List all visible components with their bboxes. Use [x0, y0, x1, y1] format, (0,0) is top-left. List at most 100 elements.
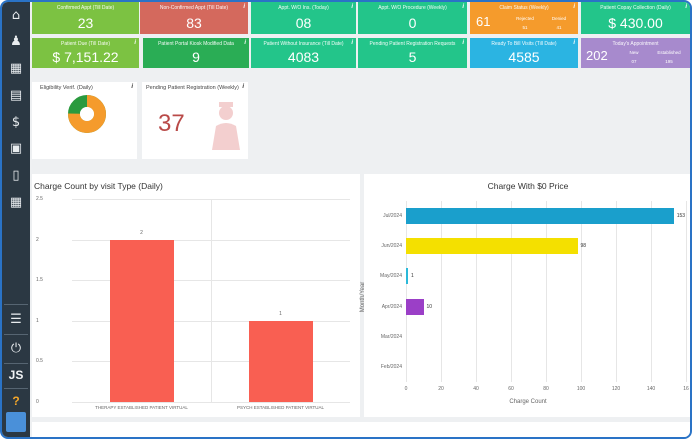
help-icon[interactable]: ?: [4, 394, 28, 408]
tile-value: 4585: [508, 49, 540, 65]
power-icon[interactable]: ⏻: [6, 339, 26, 359]
tile-value: $ 430.00: [608, 15, 663, 31]
pending-registration-card[interactable]: Pending Patient Registration (Weekly) i …: [142, 82, 248, 159]
y-tick-label: Mar/2024: [380, 333, 402, 340]
user-icon[interactable]: ♟: [6, 32, 26, 52]
new-label: New: [629, 50, 639, 55]
info-icon[interactable]: i: [351, 4, 353, 10]
tile-patient-due[interactable]: Patient Due (Till Date) $ 7,151.22 i: [32, 38, 139, 68]
tile-appt-wo-procedure[interactable]: Appt. W/O Procedure (Weekly) 0 i: [358, 2, 467, 34]
info-icon[interactable]: i: [573, 40, 575, 46]
tile-without-insurance[interactable]: Patient Without Insurance (Till Date) 40…: [251, 38, 356, 68]
x-tick-label: 120: [611, 386, 621, 392]
info-icon[interactable]: i: [573, 4, 575, 10]
established-label: Established: [657, 50, 681, 55]
sidebar-divider: [4, 363, 28, 364]
new-value: 07: [631, 59, 637, 64]
x-tick-label: 140: [646, 386, 656, 392]
x-tick-label: PSYCH ESTABLISHED PATIENT VIRTUAL: [236, 405, 325, 410]
tile-value: 0: [408, 15, 417, 31]
tile-title: Appt. W/O Ins. (Today): [278, 5, 329, 11]
grid-line: [511, 201, 512, 382]
info-icon[interactable]: i: [243, 4, 245, 10]
sidebar: ⌂ ♟ ▦ ▤ $ ▣ ▯ ▦ ☰ ⏻ JS ?: [2, 2, 30, 437]
grid-line: [651, 201, 652, 382]
x-tick-label: 100: [576, 386, 586, 392]
dollar-icon[interactable]: $: [6, 113, 26, 133]
tile-non-confirmed-appt[interactable]: Non-Confirmed Appt (Till Date) 83 i: [140, 2, 248, 34]
eligibility-donut: [68, 95, 106, 133]
tile-value: 61: [476, 14, 491, 29]
tile-claim-status[interactable]: Claim Status (Weekly) 61 Rejected 51 Den…: [470, 2, 578, 34]
grid-icon[interactable]: ▦: [6, 193, 26, 213]
info-icon[interactable]: i: [685, 4, 687, 10]
info-icon[interactable]: i: [131, 84, 133, 90]
tile-ready-to-bill[interactable]: Ready To Bill Visits (Till Date) 4585 i: [470, 38, 578, 68]
calendar-icon[interactable]: ▦: [6, 59, 26, 79]
charge-count-chart: 2.5 2 1.5 1 0.5 0 2 THERAPY ESTABLISHED PATIENT…: [32, 174, 360, 417]
y-tick-label: 1: [36, 317, 39, 324]
info-icon[interactable]: i: [462, 40, 464, 46]
dashboard: Confirmed Appt (Till Date) 23 Non-Confir…: [30, 2, 690, 437]
tile-portal-kiosk[interactable]: Patient Portal Kiosk Modified Data 9 i: [143, 38, 249, 68]
sidebar-divider: [4, 334, 28, 335]
tile-title: Pending Patient Registration Requests: [369, 41, 456, 47]
tile-pending-registration-requests[interactable]: Pending Patient Registration Requests 5 …: [358, 38, 467, 68]
card-title: Eligibility Verif. (Daily): [40, 85, 93, 91]
sidebar-divider: [4, 388, 28, 389]
info-icon[interactable]: i: [242, 84, 244, 90]
y-tick-label: May/2024: [380, 273, 402, 280]
file-icon[interactable]: ▯: [6, 166, 26, 186]
y-tick-label: 2: [36, 236, 39, 243]
grid-line: [616, 201, 617, 382]
denied-label: Denied: [551, 16, 567, 21]
cards-icon[interactable]: ▣: [6, 139, 26, 159]
card-title: Pending Patient Registration (Weekly): [146, 85, 239, 91]
tile-title: Patient Due (Till Date): [61, 41, 110, 47]
tile-copay-collection[interactable]: Patient Copay Collection (Daily) $ 430.0…: [581, 2, 690, 34]
data-label: 1: [279, 310, 282, 317]
menu-icon[interactable]: ☰: [6, 310, 26, 330]
rejected-value: 51: [522, 25, 528, 30]
y-tick-label: 2.5: [36, 196, 43, 202]
info-icon[interactable]: i: [462, 4, 464, 10]
y-tick-label: 0: [36, 399, 39, 405]
tile-value: 4083: [287, 49, 320, 65]
sidebar-divider: [4, 304, 28, 305]
tile-appt-wo-ins[interactable]: Appt. W/O Ins. (Today) 08 i: [251, 2, 356, 34]
info-icon[interactable]: i: [351, 40, 353, 46]
grid-line: [476, 201, 477, 382]
established-value: 195: [665, 59, 673, 64]
y-tick-label: Apr/2024: [381, 303, 402, 310]
grid-line: [72, 402, 350, 403]
y-tick-label: Feb/2024: [380, 363, 402, 370]
data-label: 2: [140, 229, 143, 236]
tile-value: 9: [192, 49, 200, 65]
x-tick-label: 16: [683, 386, 689, 392]
eligibility-card[interactable]: Eligibility Verif. (Daily) i: [32, 82, 137, 159]
tile-title: Patient Copay Collection (Daily): [600, 5, 671, 11]
info-icon[interactable]: i: [134, 40, 136, 46]
grid-line: [211, 199, 212, 402]
tile-title: Non-Confirmed Appt (Till Date): [159, 5, 229, 11]
y-tick-label: Jun/2024: [381, 243, 402, 250]
rejected-label: Rejected: [516, 16, 534, 21]
y-axis-label: Month/Year: [360, 281, 367, 313]
bar: [406, 208, 674, 225]
bar: [406, 298, 424, 315]
grid-line: [406, 201, 407, 382]
x-tick-label: 80: [543, 386, 549, 392]
bar: [248, 320, 313, 402]
tile-confirmed-appt[interactable]: Confirmed Appt (Till Date) 23: [32, 2, 139, 34]
tile-todays-appointment[interactable]: Today's Appointment 202 New 07 Establish…: [581, 38, 690, 68]
tile-title: Ready To Bill Visits (Till Date): [491, 41, 557, 47]
x-axis-label: Charge Count: [509, 399, 547, 405]
x-tick-label: THERAPY ESTABLISHED PATIENT VIRTUAL: [95, 405, 188, 410]
chat-icon[interactable]: [6, 412, 26, 432]
user-initials[interactable]: JS: [4, 368, 28, 382]
info-icon[interactable]: i: [244, 40, 246, 46]
home-icon[interactable]: ⌂: [6, 6, 26, 26]
grid-line: [581, 201, 582, 382]
tile-title: Patient Portal Kiosk Modified Data: [158, 41, 234, 47]
document-icon[interactable]: ▤: [6, 86, 26, 106]
